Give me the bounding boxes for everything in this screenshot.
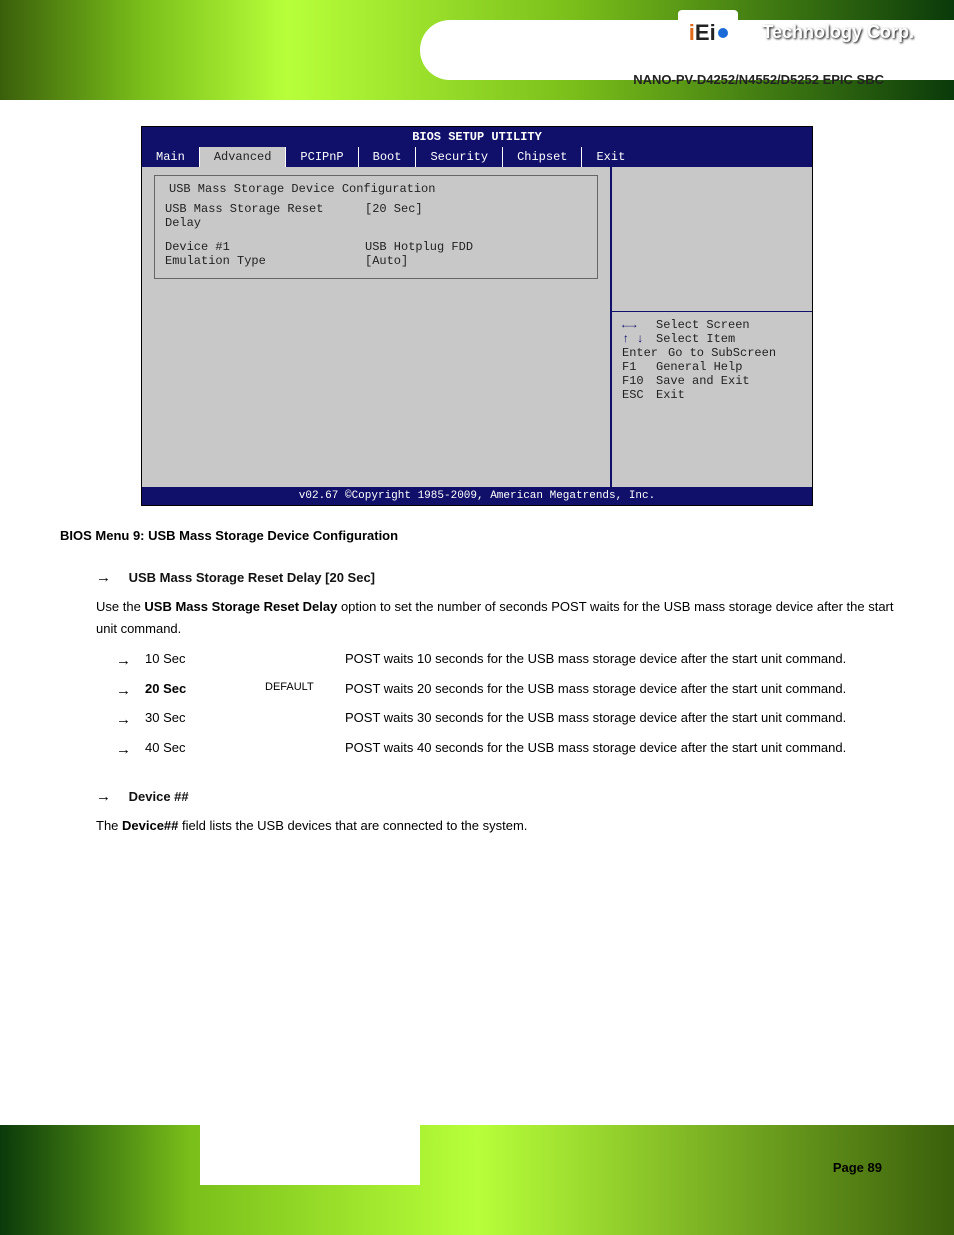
arrow-up-down-icon: ↑ ↓ [622, 332, 650, 346]
option-choice: → 40 Sec POST waits 40 seconds for the U… [116, 737, 894, 763]
bios-key-hint: ↑ ↓ Select Item [622, 332, 802, 346]
bios-tab-main[interactable]: Main [142, 147, 200, 167]
bios-tab-advanced[interactable]: Advanced [200, 147, 287, 167]
bios-tabs: Main Advanced PCIPnP Boot Security Chips… [142, 147, 812, 167]
bios-side-panel: ←→ Select Screen ↑ ↓ Select Item Enter Go t… [612, 167, 812, 487]
decorative-bottom-band [0, 1125, 954, 1235]
option-description: The Device## field lists the USB devices… [96, 815, 894, 837]
logo-brand-text: Technology Corp. [762, 22, 914, 43]
bios-key-sym: F1 [622, 360, 650, 374]
bios-screenshot: BIOS SETUP UTILITY Main Advanced PCIPnP … [141, 126, 813, 506]
bios-tab-security[interactable]: Security [416, 147, 503, 167]
option-title: Device ## [129, 789, 189, 804]
arrow-right-icon: → [116, 707, 131, 733]
choice-default: DEFAULT [265, 678, 345, 697]
bios-help-text [622, 175, 802, 305]
bios-tab-pcipnp[interactable]: PCIPnP [286, 147, 358, 167]
bios-footer: v02.67 ©Copyright 1985-2009, American Me… [142, 487, 812, 505]
bios-value: [20 Sec] [365, 202, 423, 230]
brand-logo: iEi ® Technology Corp. [678, 10, 914, 55]
arrow-right-icon: → [116, 678, 131, 704]
bios-key-text: Exit [656, 388, 685, 402]
choice-desc: POST waits 40 seconds for the USB mass s… [345, 737, 894, 759]
figure-caption: BIOS Menu 9: USB Mass Storage Device Con… [60, 528, 894, 543]
bios-sub-title: USB Mass Storage Device Configuration [165, 182, 439, 196]
bios-key-hint: F1 General Help [622, 360, 802, 374]
divider [612, 311, 812, 312]
bios-sub-box: USB Mass Storage Device Configuration US… [154, 175, 598, 279]
choice-name: 40 Sec [145, 737, 265, 759]
choice-desc: POST waits 10 seconds for the USB mass s… [345, 648, 894, 670]
choice-desc: POST waits 20 seconds for the USB mass s… [345, 678, 894, 700]
arrow-right-icon: → [116, 648, 131, 674]
bios-key-sym: ESC [622, 388, 650, 402]
option-description: Use the USB Mass Storage Reset Delay opt… [96, 596, 894, 640]
logo-letter: E [695, 20, 710, 46]
option-choice: → 30 Sec POST waits 30 seconds for the U… [116, 707, 894, 733]
bios-key-text: Select Item [656, 332, 735, 346]
choice-desc: POST waits 30 seconds for the USB mass s… [345, 707, 894, 729]
page-number: Page 89 [833, 1160, 882, 1175]
bios-row: Device #1 USB Hotplug FDD [165, 240, 587, 254]
bios-key: Emulation Type [165, 254, 365, 268]
option-heading: → USB Mass Storage Reset Delay [20 Sec] [96, 569, 894, 586]
logo-dot-icon [718, 28, 728, 38]
bios-title: BIOS SETUP UTILITY [142, 127, 812, 147]
bios-value: [Auto] [365, 254, 408, 268]
bios-row[interactable]: Emulation Type [Auto] [165, 254, 587, 268]
bios-tab-exit[interactable]: Exit [582, 147, 812, 167]
bios-key-hint: Enter Go to SubScreen [622, 346, 802, 360]
logo-letter: i [710, 20, 716, 46]
bios-key-sym: Enter [622, 346, 662, 360]
logo-mark: iEi [678, 10, 738, 55]
bios-key-hint: ←→ Select Screen [622, 318, 802, 332]
bios-key: Device #1 [165, 240, 365, 254]
arrow-right-icon: → [116, 737, 131, 763]
bios-row[interactable]: USB Mass Storage Reset Delay [20 Sec] [165, 202, 587, 230]
logo-reg: ® [746, 27, 754, 39]
choice-name: 20 Sec [145, 678, 265, 700]
option-choice: → 20 Sec DEFAULT POST waits 20 seconds f… [116, 678, 894, 704]
bios-tab-chipset[interactable]: Chipset [503, 147, 582, 167]
choice-name: 10 Sec [145, 648, 265, 670]
bios-key-text: General Help [656, 360, 742, 374]
option-choice: → 10 Sec POST waits 10 seconds for the U… [116, 648, 894, 674]
document-title: NANO-PV-D4252/N4552/D5252 EPIC SBC [633, 72, 884, 87]
bios-key: USB Mass Storage Reset Delay [165, 202, 365, 230]
bios-key-hint: ESC Exit [622, 388, 802, 402]
choice-name: 30 Sec [145, 707, 265, 729]
bios-key-text: Go to SubScreen [668, 346, 776, 360]
bios-key-text: Select Screen [656, 318, 750, 332]
arrow-left-right-icon: ←→ [622, 318, 650, 332]
bios-main-panel: USB Mass Storage Device Configuration US… [142, 167, 612, 487]
arrow-right-icon: → [96, 569, 111, 586]
option-heading: → Device ## [96, 788, 894, 805]
bios-key-hint: F10 Save and Exit [622, 374, 802, 388]
bios-key-text: Save and Exit [656, 374, 750, 388]
arrow-right-icon: → [96, 788, 111, 805]
bios-key-sym: F10 [622, 374, 650, 388]
bios-value: USB Hotplug FDD [365, 240, 473, 254]
bios-tab-boot[interactable]: Boot [359, 147, 417, 167]
option-title: USB Mass Storage Reset Delay [20 Sec] [129, 570, 375, 585]
